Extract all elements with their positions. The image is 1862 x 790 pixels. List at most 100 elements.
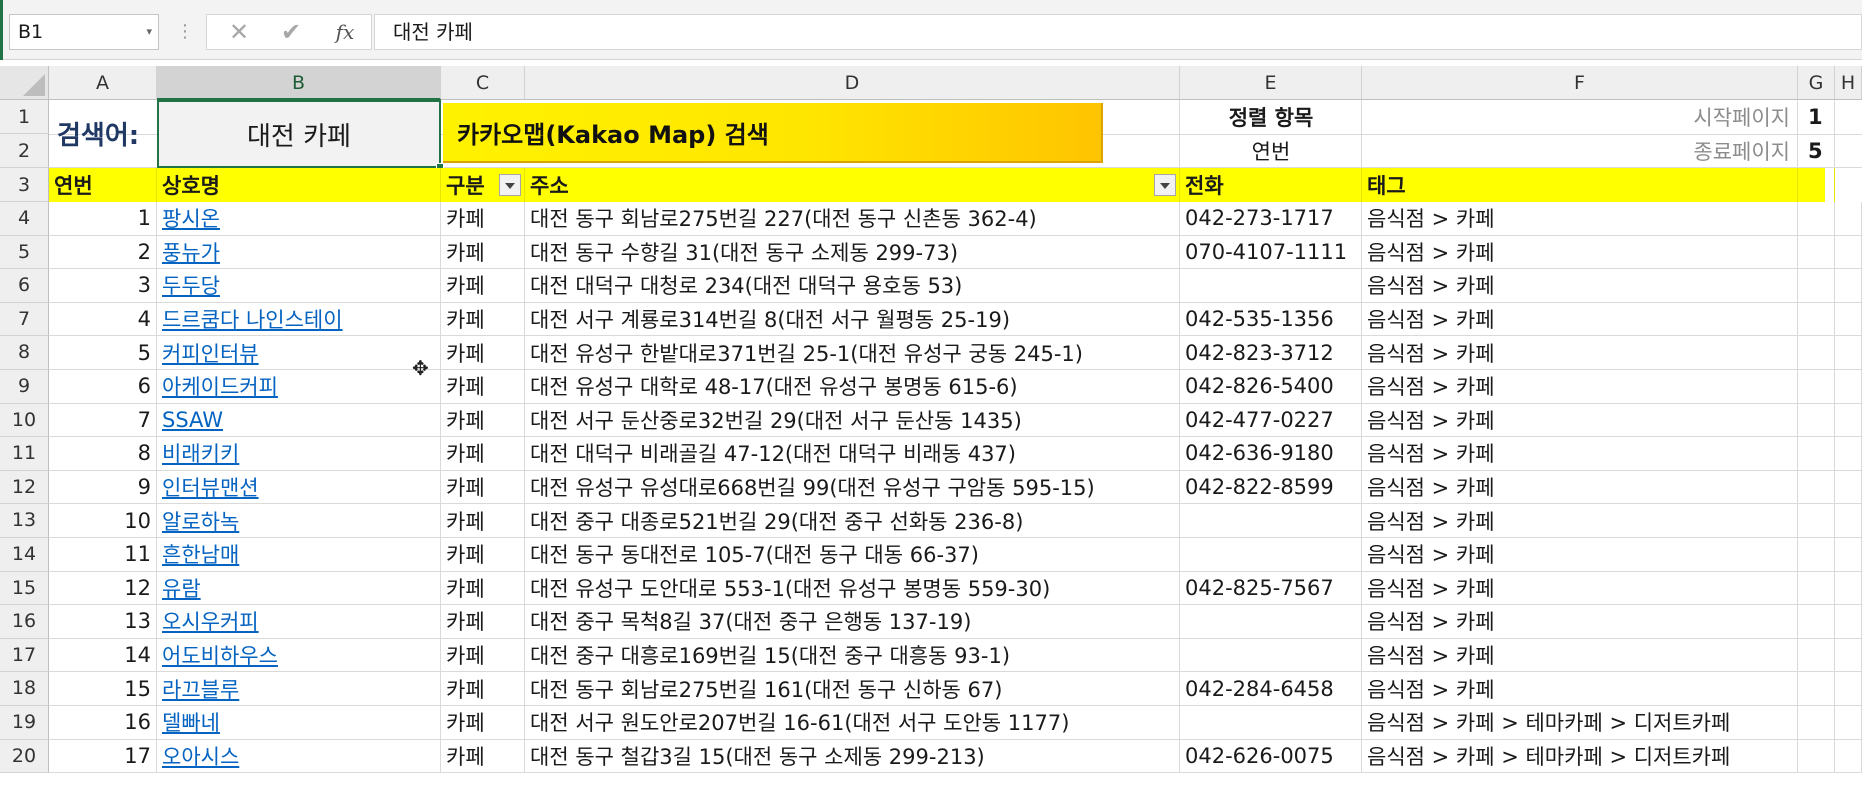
row-phone[interactable]: 042-636-9180: [1180, 437, 1362, 470]
column-header-b[interactable]: B: [157, 66, 441, 100]
row-tag[interactable]: 음식점 > 카페: [1362, 571, 1798, 605]
row-address[interactable]: 대전 중구 대종로521번길 29(대전 중구 선화동 236-8): [525, 504, 1180, 537]
place-name-link[interactable]: 유람: [157, 571, 441, 605]
row-category[interactable]: 카페: [441, 269, 525, 302]
place-name-link[interactable]: 풍뉴가: [157, 235, 441, 269]
row-g-empty[interactable]: [1798, 538, 1835, 571]
kakao-map-search-button[interactable]: 카카오맵(Kakao Map) 검색: [443, 103, 1103, 163]
column-header-h[interactable]: H: [1835, 66, 1862, 100]
column-header-a[interactable]: A: [49, 66, 157, 100]
row-h-empty[interactable]: [1835, 370, 1862, 403]
row-header[interactable]: 16: [0, 605, 49, 639]
row-phone[interactable]: 042-626-0075: [1180, 739, 1362, 773]
row-category[interactable]: 카페: [441, 202, 525, 235]
chevron-down-icon[interactable]: ▾: [146, 15, 152, 49]
cancel-icon[interactable]: ✕: [219, 15, 259, 49]
row-address[interactable]: 대전 동구 회남로275번길 227(대전 동구 신촌동 362-4): [525, 202, 1180, 235]
row-category[interactable]: 카페: [441, 706, 525, 739]
enter-icon[interactable]: ✔: [271, 15, 311, 49]
row-header[interactable]: 4: [0, 202, 49, 236]
row-category[interactable]: 카페: [441, 739, 525, 773]
row-no[interactable]: 11: [49, 538, 157, 571]
row-tag[interactable]: 음식점 > 카페: [1362, 638, 1798, 672]
row-g-empty[interactable]: [1798, 504, 1835, 537]
row-phone[interactable]: [1180, 638, 1362, 672]
row-header[interactable]: 9: [0, 370, 49, 404]
row-address[interactable]: 대전 서구 원도안로207번길 16-61(대전 서구 도안동 1177): [525, 706, 1180, 739]
row-g-empty[interactable]: [1798, 403, 1835, 437]
row-g-empty[interactable]: [1798, 202, 1835, 235]
column-header-f[interactable]: F: [1362, 66, 1798, 100]
row-category[interactable]: 카페: [441, 403, 525, 437]
select-all-button[interactable]: [0, 66, 49, 100]
row-no[interactable]: 1: [49, 202, 157, 235]
row-h-empty[interactable]: [1835, 235, 1862, 269]
formula-input[interactable]: 대전 카페: [374, 14, 1862, 50]
row-phone[interactable]: [1180, 706, 1362, 739]
row-category[interactable]: 카페: [441, 538, 525, 571]
place-name-link[interactable]: 아케이드커피: [157, 370, 441, 403]
row-no[interactable]: 15: [49, 672, 157, 705]
row-no[interactable]: 4: [49, 302, 157, 336]
row-header[interactable]: 14: [0, 538, 49, 572]
row-category[interactable]: 카페: [441, 638, 525, 672]
row-category[interactable]: 카페: [441, 672, 525, 705]
row-g-empty[interactable]: [1798, 370, 1835, 403]
name-box[interactable]: B1 ▾: [9, 14, 159, 50]
end-page-value[interactable]: 5: [1798, 134, 1835, 168]
row-tag[interactable]: 음식점 > 카페: [1362, 370, 1798, 403]
row-phone[interactable]: 042-273-1717: [1180, 202, 1362, 235]
row-header[interactable]: 12: [0, 470, 49, 505]
place-name-link[interactable]: 오시우커피: [157, 605, 441, 638]
place-name-link[interactable]: 라끄블루: [157, 672, 441, 705]
row-category[interactable]: 카페: [441, 336, 525, 369]
row-phone[interactable]: 070-4107-1111: [1180, 235, 1362, 269]
search-keyword-cell[interactable]: 대전 카페: [157, 100, 444, 171]
row-tag[interactable]: 음식점 > 카페 > 테마카페 > 디저트카페: [1362, 739, 1798, 773]
place-name-link[interactable]: 드르쿰다 나인스테이: [157, 302, 441, 336]
row-address[interactable]: 대전 서구 계룡로314번길 8(대전 서구 월평동 25-19): [525, 302, 1180, 336]
row-phone[interactable]: 042-823-3712: [1180, 336, 1362, 369]
start-page-value[interactable]: 1: [1798, 100, 1835, 134]
row-tag[interactable]: 음식점 > 카페: [1362, 504, 1798, 537]
row-g-empty[interactable]: [1798, 269, 1835, 302]
row-phone[interactable]: [1180, 538, 1362, 571]
row-no[interactable]: 5: [49, 336, 157, 369]
row-phone[interactable]: [1180, 504, 1362, 537]
row-category[interactable]: 카페: [441, 504, 525, 537]
row-address[interactable]: 대전 유성구 대학로 48-17(대전 유성구 봉명동 615-6): [525, 370, 1180, 403]
row-h-empty[interactable]: [1835, 336, 1862, 369]
row-category[interactable]: 카페: [441, 470, 525, 504]
row-category[interactable]: 카페: [441, 605, 525, 638]
row-category[interactable]: 카페: [441, 302, 525, 336]
row-phone[interactable]: [1180, 269, 1362, 302]
row-tag[interactable]: 음식점 > 카페: [1362, 336, 1798, 369]
place-name-link[interactable]: 인터뷰맨션: [157, 470, 441, 504]
filter-dropdown-icon[interactable]: [1154, 174, 1176, 196]
row-tag[interactable]: 음식점 > 카페: [1362, 437, 1798, 470]
row-address[interactable]: 대전 유성구 도안대로 553-1(대전 유성구 봉명동 559-30): [525, 571, 1180, 605]
row-header[interactable]: 13: [0, 504, 49, 538]
row-phone[interactable]: 042-535-1356: [1180, 302, 1362, 336]
insert-function-icon[interactable]: fx: [325, 15, 365, 49]
row-h-empty[interactable]: [1835, 571, 1862, 605]
row-g-empty[interactable]: [1798, 638, 1835, 672]
row-header[interactable]: 18: [0, 672, 49, 706]
row-no[interactable]: 13: [49, 605, 157, 638]
place-name-link[interactable]: 팡시온: [157, 202, 441, 235]
sort-value[interactable]: 연번: [1180, 134, 1362, 168]
row-category[interactable]: 카페: [441, 235, 525, 269]
row-address[interactable]: 대전 중구 목척8길 37(대전 중구 은행동 137-19): [525, 605, 1180, 638]
row-address[interactable]: 대전 유성구 한밭대로371번길 25-1(대전 유성구 궁동 245-1): [525, 336, 1180, 369]
row-h-empty[interactable]: [1835, 202, 1862, 235]
row-tag[interactable]: 음식점 > 카페: [1362, 302, 1798, 336]
row-category[interactable]: 카페: [441, 437, 525, 470]
row-header[interactable]: 5: [0, 235, 49, 270]
place-name-link[interactable]: SSAW: [157, 403, 441, 437]
row-address[interactable]: 대전 동구 철갑3길 15(대전 동구 소제동 299-213): [525, 739, 1180, 773]
row-h-empty[interactable]: [1835, 672, 1862, 705]
place-name-link[interactable]: 델빠네: [157, 706, 441, 739]
row-tag[interactable]: 음식점 > 카페: [1362, 470, 1798, 504]
row-g-empty[interactable]: [1798, 605, 1835, 638]
row-header[interactable]: 10: [0, 403, 49, 438]
